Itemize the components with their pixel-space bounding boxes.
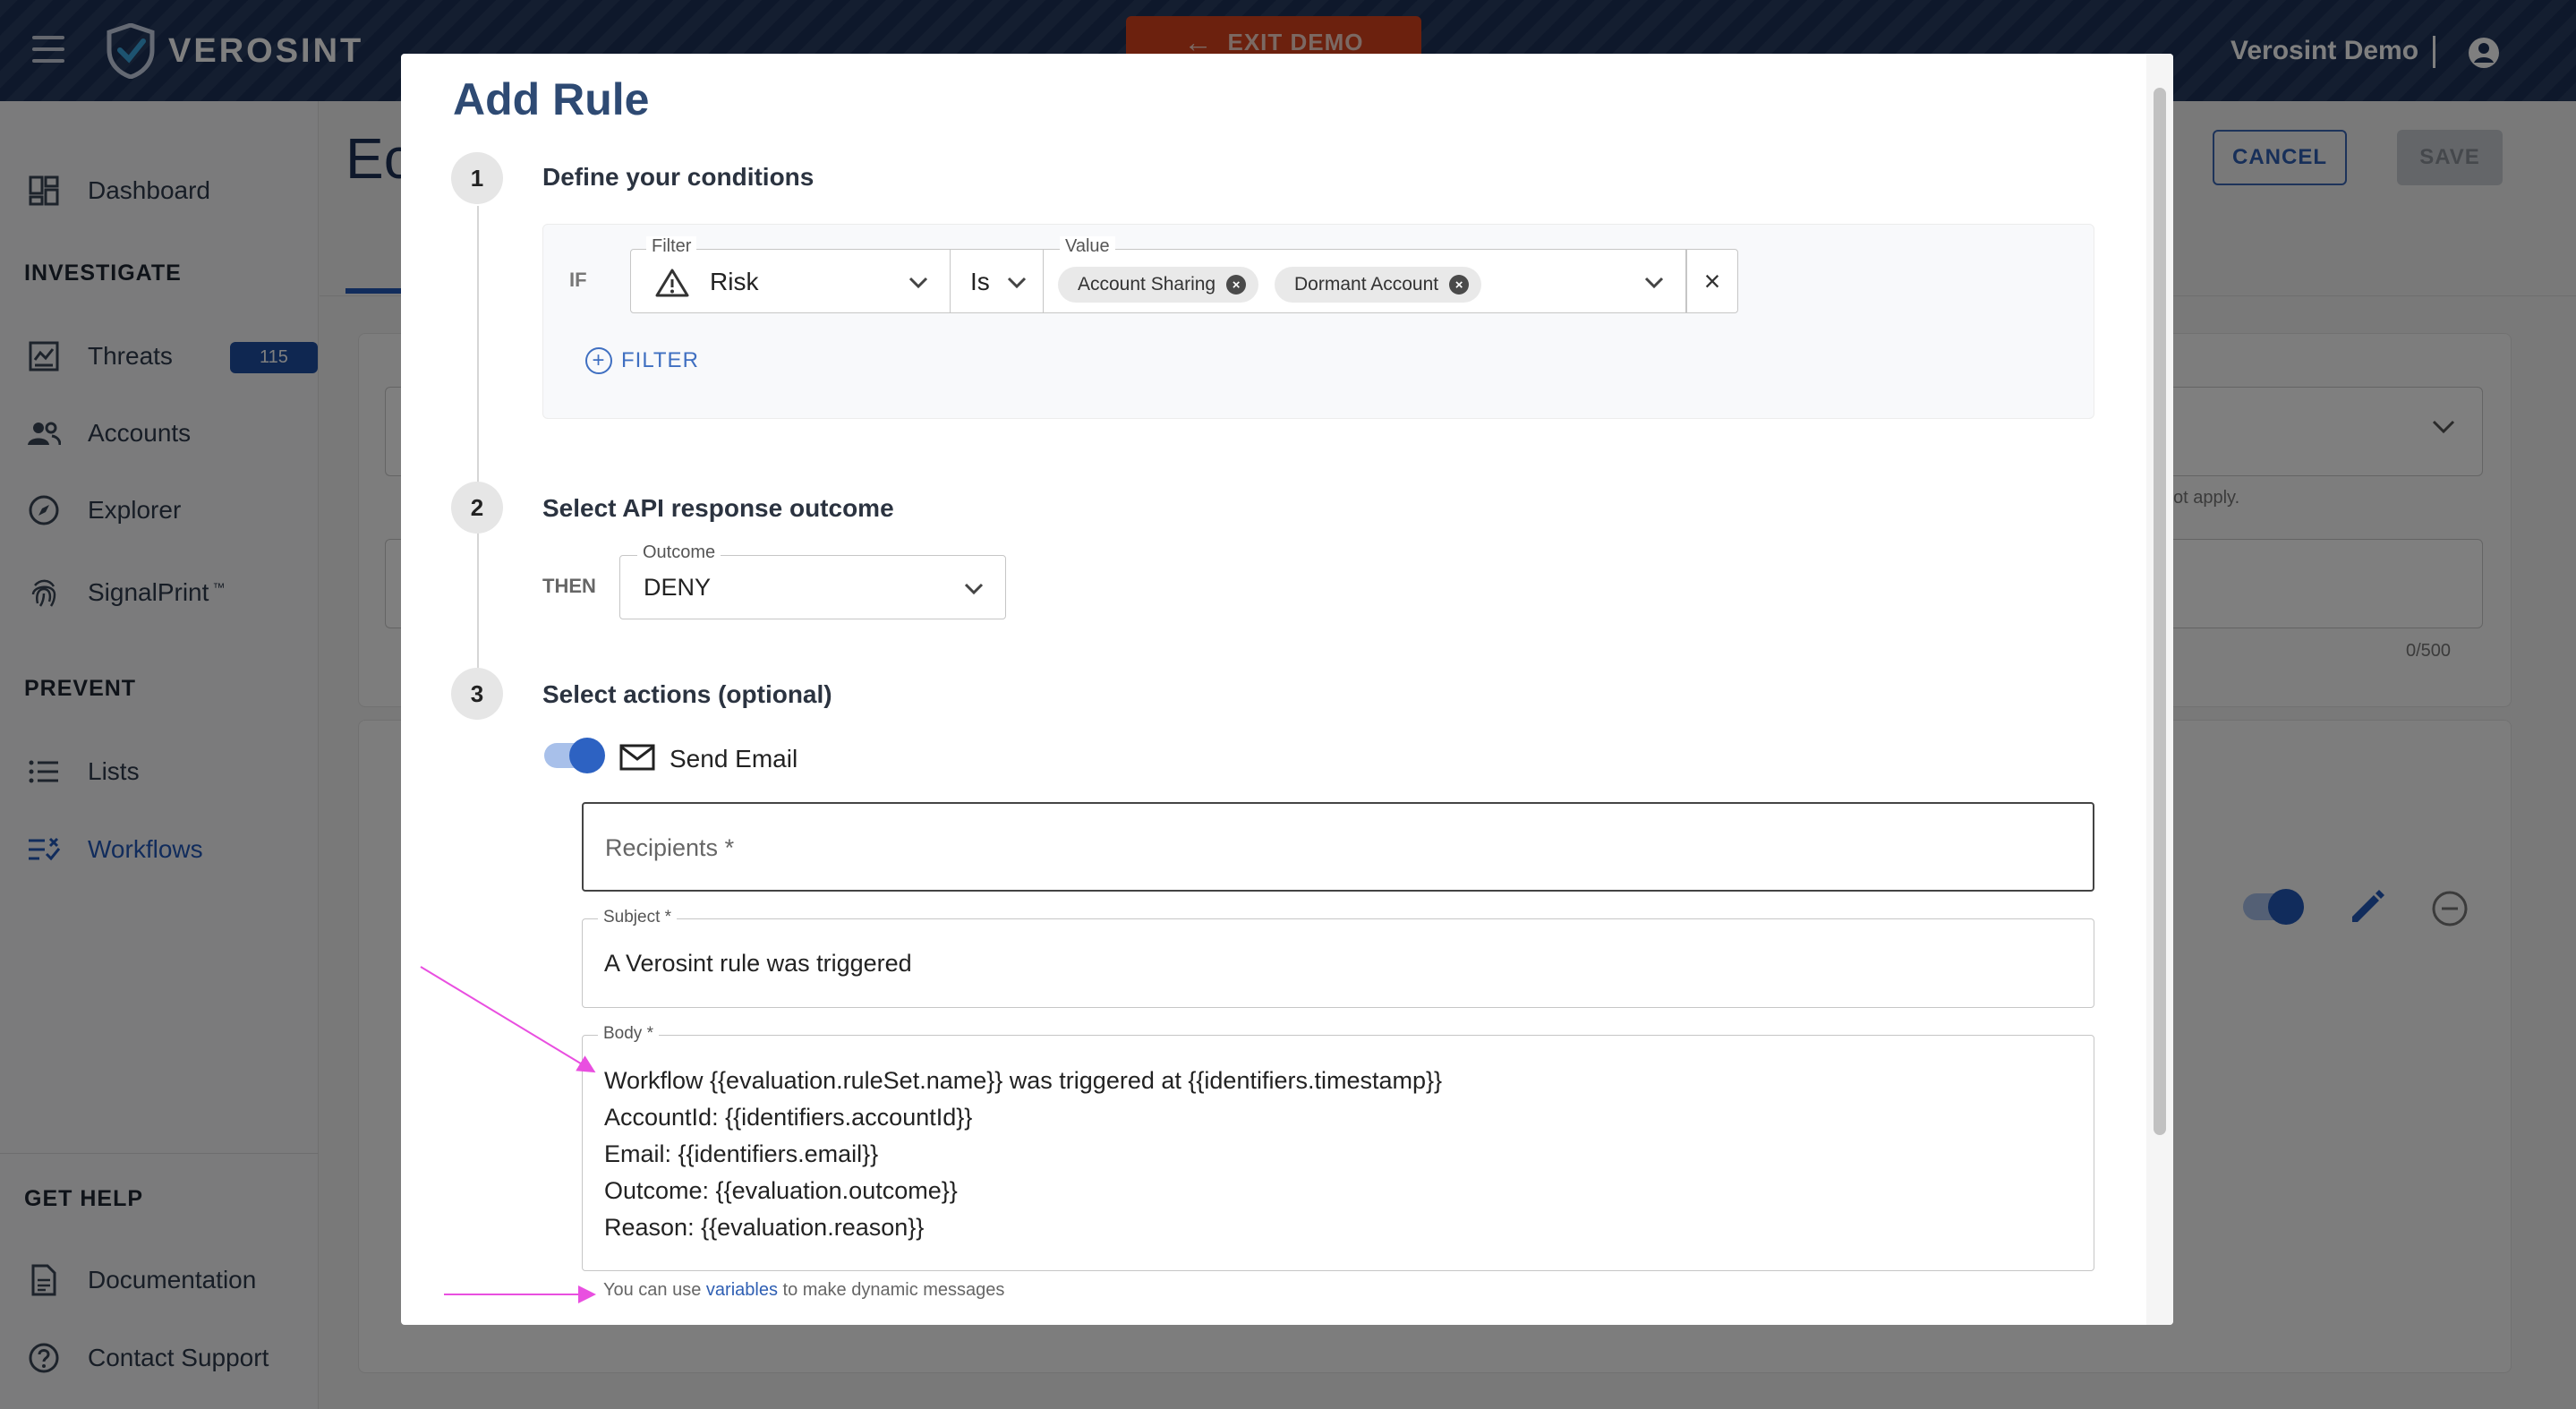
annotation-arrow: [420, 966, 596, 1073]
annotation-arrows: [420, 966, 596, 1303]
